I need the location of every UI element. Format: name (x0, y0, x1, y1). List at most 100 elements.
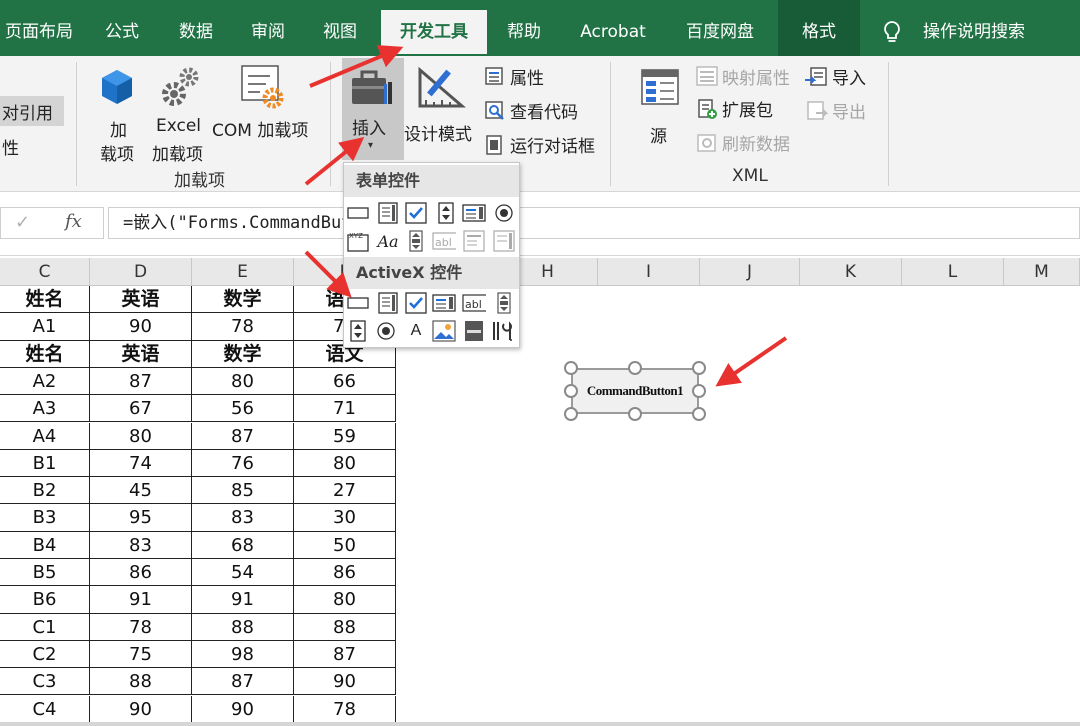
table-cell[interactable]: 83 (192, 504, 294, 532)
column-header-m[interactable]: M (1004, 258, 1080, 286)
table-cell[interactable]: 71 (294, 395, 396, 423)
resize-handle-top-right[interactable] (692, 361, 706, 375)
table-cell[interactable]: 86 (294, 559, 396, 587)
table-header-cell[interactable]: 姓名 (0, 286, 90, 314)
table-cell[interactable]: 83 (90, 531, 192, 559)
table-cell[interactable]: 86 (90, 559, 192, 587)
table-header-cell[interactable]: 英语 (90, 340, 192, 368)
table-cell[interactable]: 88 (294, 613, 396, 641)
form-spinner-icon[interactable] (434, 201, 458, 225)
table-header-cell[interactable]: 数学 (192, 286, 294, 314)
table-cell[interactable]: 59 (294, 422, 396, 450)
table-cell[interactable]: 74 (90, 449, 192, 478)
resize-handle-right[interactable] (692, 384, 706, 398)
form-group-box-icon[interactable]: XYZ (346, 229, 370, 253)
table-cell[interactable]: A4 (0, 422, 90, 450)
tab-data[interactable]: 数据 (166, 10, 226, 54)
table-cell[interactable]: 30 (294, 504, 396, 532)
form-checkbox-icon[interactable] (404, 201, 428, 225)
table-header-cell[interactable]: 姓名 (0, 340, 90, 368)
table-header-cell[interactable]: 英语 (90, 286, 192, 314)
form-scrollbar-icon[interactable] (404, 229, 428, 253)
table-cell[interactable]: 91 (90, 586, 192, 614)
table-cell[interactable]: 54 (192, 559, 294, 587)
table-cell[interactable]: 80 (90, 422, 192, 450)
insert-control-button[interactable]: 插入 ▾ (342, 58, 404, 160)
form-option-button-icon[interactable] (492, 201, 516, 225)
table-cell[interactable]: 56 (192, 395, 294, 423)
com-addins-button[interactable]: COM 加载项 (212, 64, 316, 164)
table-cell[interactable]: 87 (294, 640, 396, 669)
properties-button[interactable]: 属性 (484, 64, 564, 90)
tab-review[interactable]: 审阅 (238, 10, 298, 54)
table-cell[interactable]: B4 (0, 531, 90, 559)
xml-source-button[interactable]: 源 (636, 64, 682, 164)
table-cell[interactable]: 78 (294, 695, 396, 723)
table-cell[interactable]: 87 (90, 367, 192, 396)
column-header-k[interactable]: K (800, 258, 902, 286)
form-button-control-icon[interactable] (346, 201, 370, 225)
table-cell[interactable]: B1 (0, 449, 90, 478)
table-cell[interactable]: 27 (294, 477, 396, 505)
map-properties-button[interactable]: 映射属性 (696, 64, 796, 90)
table-cell[interactable]: 88 (90, 668, 192, 696)
tell-me-search[interactable]: 操作说明搜索 (916, 10, 1032, 54)
table-cell[interactable]: 80 (294, 586, 396, 614)
table-cell[interactable]: 90 (192, 695, 294, 723)
table-cell[interactable]: B2 (0, 477, 90, 505)
expansion-packs-button[interactable]: 扩展包 (696, 96, 786, 122)
table-cell[interactable]: 80 (294, 449, 396, 478)
table-cell[interactable]: B5 (0, 559, 90, 587)
activex-option-button-icon[interactable] (374, 319, 398, 343)
table-cell[interactable]: 76 (192, 449, 294, 478)
export-button[interactable]: 导出 (804, 98, 874, 124)
resize-handle-bottom-left[interactable] (564, 407, 578, 421)
table-cell[interactable]: 90 (90, 313, 192, 341)
table-cell[interactable]: 50 (294, 531, 396, 559)
column-header-e[interactable]: E (192, 258, 294, 286)
table-cell[interactable]: 87 (192, 422, 294, 450)
table-cell[interactable]: 90 (294, 668, 396, 696)
resize-handle-left[interactable] (564, 384, 578, 398)
resize-handle-top[interactable] (628, 361, 642, 375)
table-cell[interactable]: 87 (192, 668, 294, 696)
table-cell[interactable]: 66 (294, 367, 396, 396)
column-header-l[interactable]: L (902, 258, 1004, 286)
tab-format[interactable]: 格式 (778, 0, 860, 56)
table-cell[interactable]: C2 (0, 640, 90, 669)
table-cell[interactable]: 78 (90, 613, 192, 641)
activex-combobox-icon[interactable] (376, 291, 400, 315)
resize-handle-bottom[interactable] (628, 407, 642, 421)
run-dialog-button[interactable]: 运行对话框 (484, 132, 604, 158)
table-cell[interactable]: 91 (192, 586, 294, 614)
resize-handle-top-left[interactable] (564, 361, 578, 375)
tab-help[interactable]: 帮助 (496, 10, 552, 54)
tab-acrobat[interactable]: Acrobat (572, 10, 654, 54)
activex-toggle-button-icon[interactable] (462, 319, 486, 343)
table-cell[interactable]: 90 (90, 695, 192, 723)
use-relative-references-button[interactable]: 对引用 (0, 96, 64, 126)
check-icon[interactable]: ✓ (15, 212, 30, 233)
table-cell[interactable]: A2 (0, 367, 90, 396)
table-cell[interactable]: 68 (192, 531, 294, 559)
column-header-i[interactable]: I (598, 258, 700, 286)
table-cell[interactable]: 45 (90, 477, 192, 505)
addins-button[interactable]: 加 载项 (96, 64, 140, 165)
table-cell[interactable]: C3 (0, 668, 90, 696)
form-combobox-icon[interactable] (376, 201, 400, 225)
activex-spinner-icon[interactable] (346, 319, 370, 343)
table-cell[interactable]: C4 (0, 695, 90, 723)
table-cell[interactable]: B6 (0, 586, 90, 614)
activex-listbox-icon[interactable] (432, 291, 456, 315)
table-cell[interactable]: A3 (0, 395, 90, 423)
table-cell[interactable]: 67 (90, 395, 192, 423)
table-cell[interactable]: B3 (0, 504, 90, 532)
column-header-j[interactable]: J (700, 258, 800, 286)
more-controls-icon[interactable] (490, 319, 514, 343)
table-cell[interactable]: 88 (192, 613, 294, 641)
activex-command-button-icon[interactable] (346, 291, 370, 315)
excel-addins-button[interactable]: Excel 加载项 (150, 64, 210, 165)
activex-scrollbar-icon[interactable] (492, 291, 516, 315)
table-cell[interactable]: C1 (0, 613, 90, 641)
table-cell[interactable]: A1 (0, 313, 90, 341)
